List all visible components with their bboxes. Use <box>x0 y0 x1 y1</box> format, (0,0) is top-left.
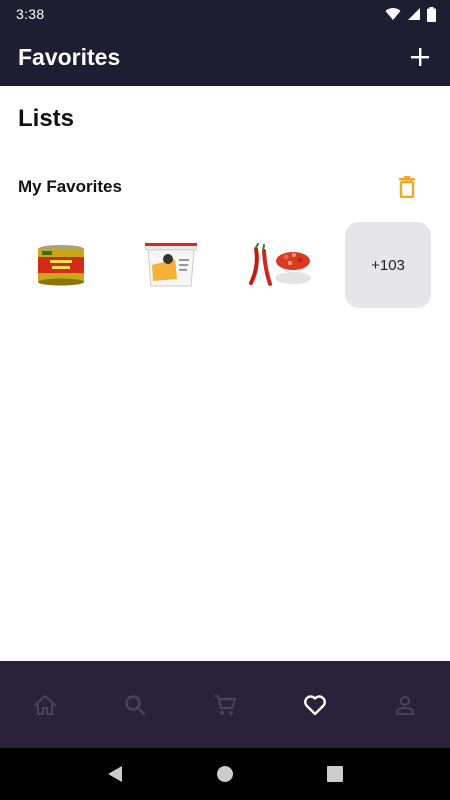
more-items-button[interactable]: +103 <box>345 222 431 308</box>
recents-square-icon <box>327 766 343 782</box>
page-title: Favorites <box>18 43 121 70</box>
delete-list-button[interactable] <box>394 174 420 200</box>
home-circle-icon <box>217 766 233 782</box>
home-system-button[interactable] <box>205 754 245 794</box>
status-time: 3:38 <box>16 6 45 22</box>
status-bar: 3:38 <box>0 0 450 28</box>
list-name[interactable]: My Favorites <box>18 177 122 197</box>
favorite-item-thumbnail[interactable] <box>236 222 322 308</box>
battery-icon <box>427 6 436 22</box>
system-nav-bar <box>0 748 450 800</box>
home-icon <box>34 694 56 715</box>
trash-icon <box>399 176 415 198</box>
back-button[interactable] <box>95 754 135 794</box>
nav-home[interactable] <box>15 675 75 735</box>
bottom-nav <box>0 661 450 748</box>
rosin-sauce-can-icon <box>38 245 84 286</box>
chili-peppers-icon <box>249 243 311 286</box>
favorite-item-thumbnail[interactable] <box>128 222 214 308</box>
plus-icon <box>411 48 429 66</box>
add-list-button[interactable] <box>406 43 434 71</box>
cellular-icon <box>408 8 420 20</box>
back-triangle-icon <box>108 766 122 782</box>
nav-search[interactable] <box>105 675 165 735</box>
section-title: Lists <box>18 105 75 132</box>
nav-cart[interactable] <box>195 675 255 735</box>
wifi-icon <box>385 8 401 20</box>
profile-icon <box>396 695 414 715</box>
nav-favorites[interactable] <box>285 675 345 735</box>
status-icons <box>385 6 436 22</box>
favorite-item-thumbnail[interactable] <box>18 222 104 308</box>
nav-profile[interactable] <box>375 675 435 735</box>
heart-icon <box>304 694 326 715</box>
app-bar: Favorites <box>0 28 450 86</box>
search-icon <box>125 694 146 715</box>
more-items-count: +103 <box>371 256 405 274</box>
recents-button[interactable] <box>315 754 355 794</box>
cheese-bucket-icon <box>145 243 197 287</box>
cart-icon <box>215 694 236 715</box>
